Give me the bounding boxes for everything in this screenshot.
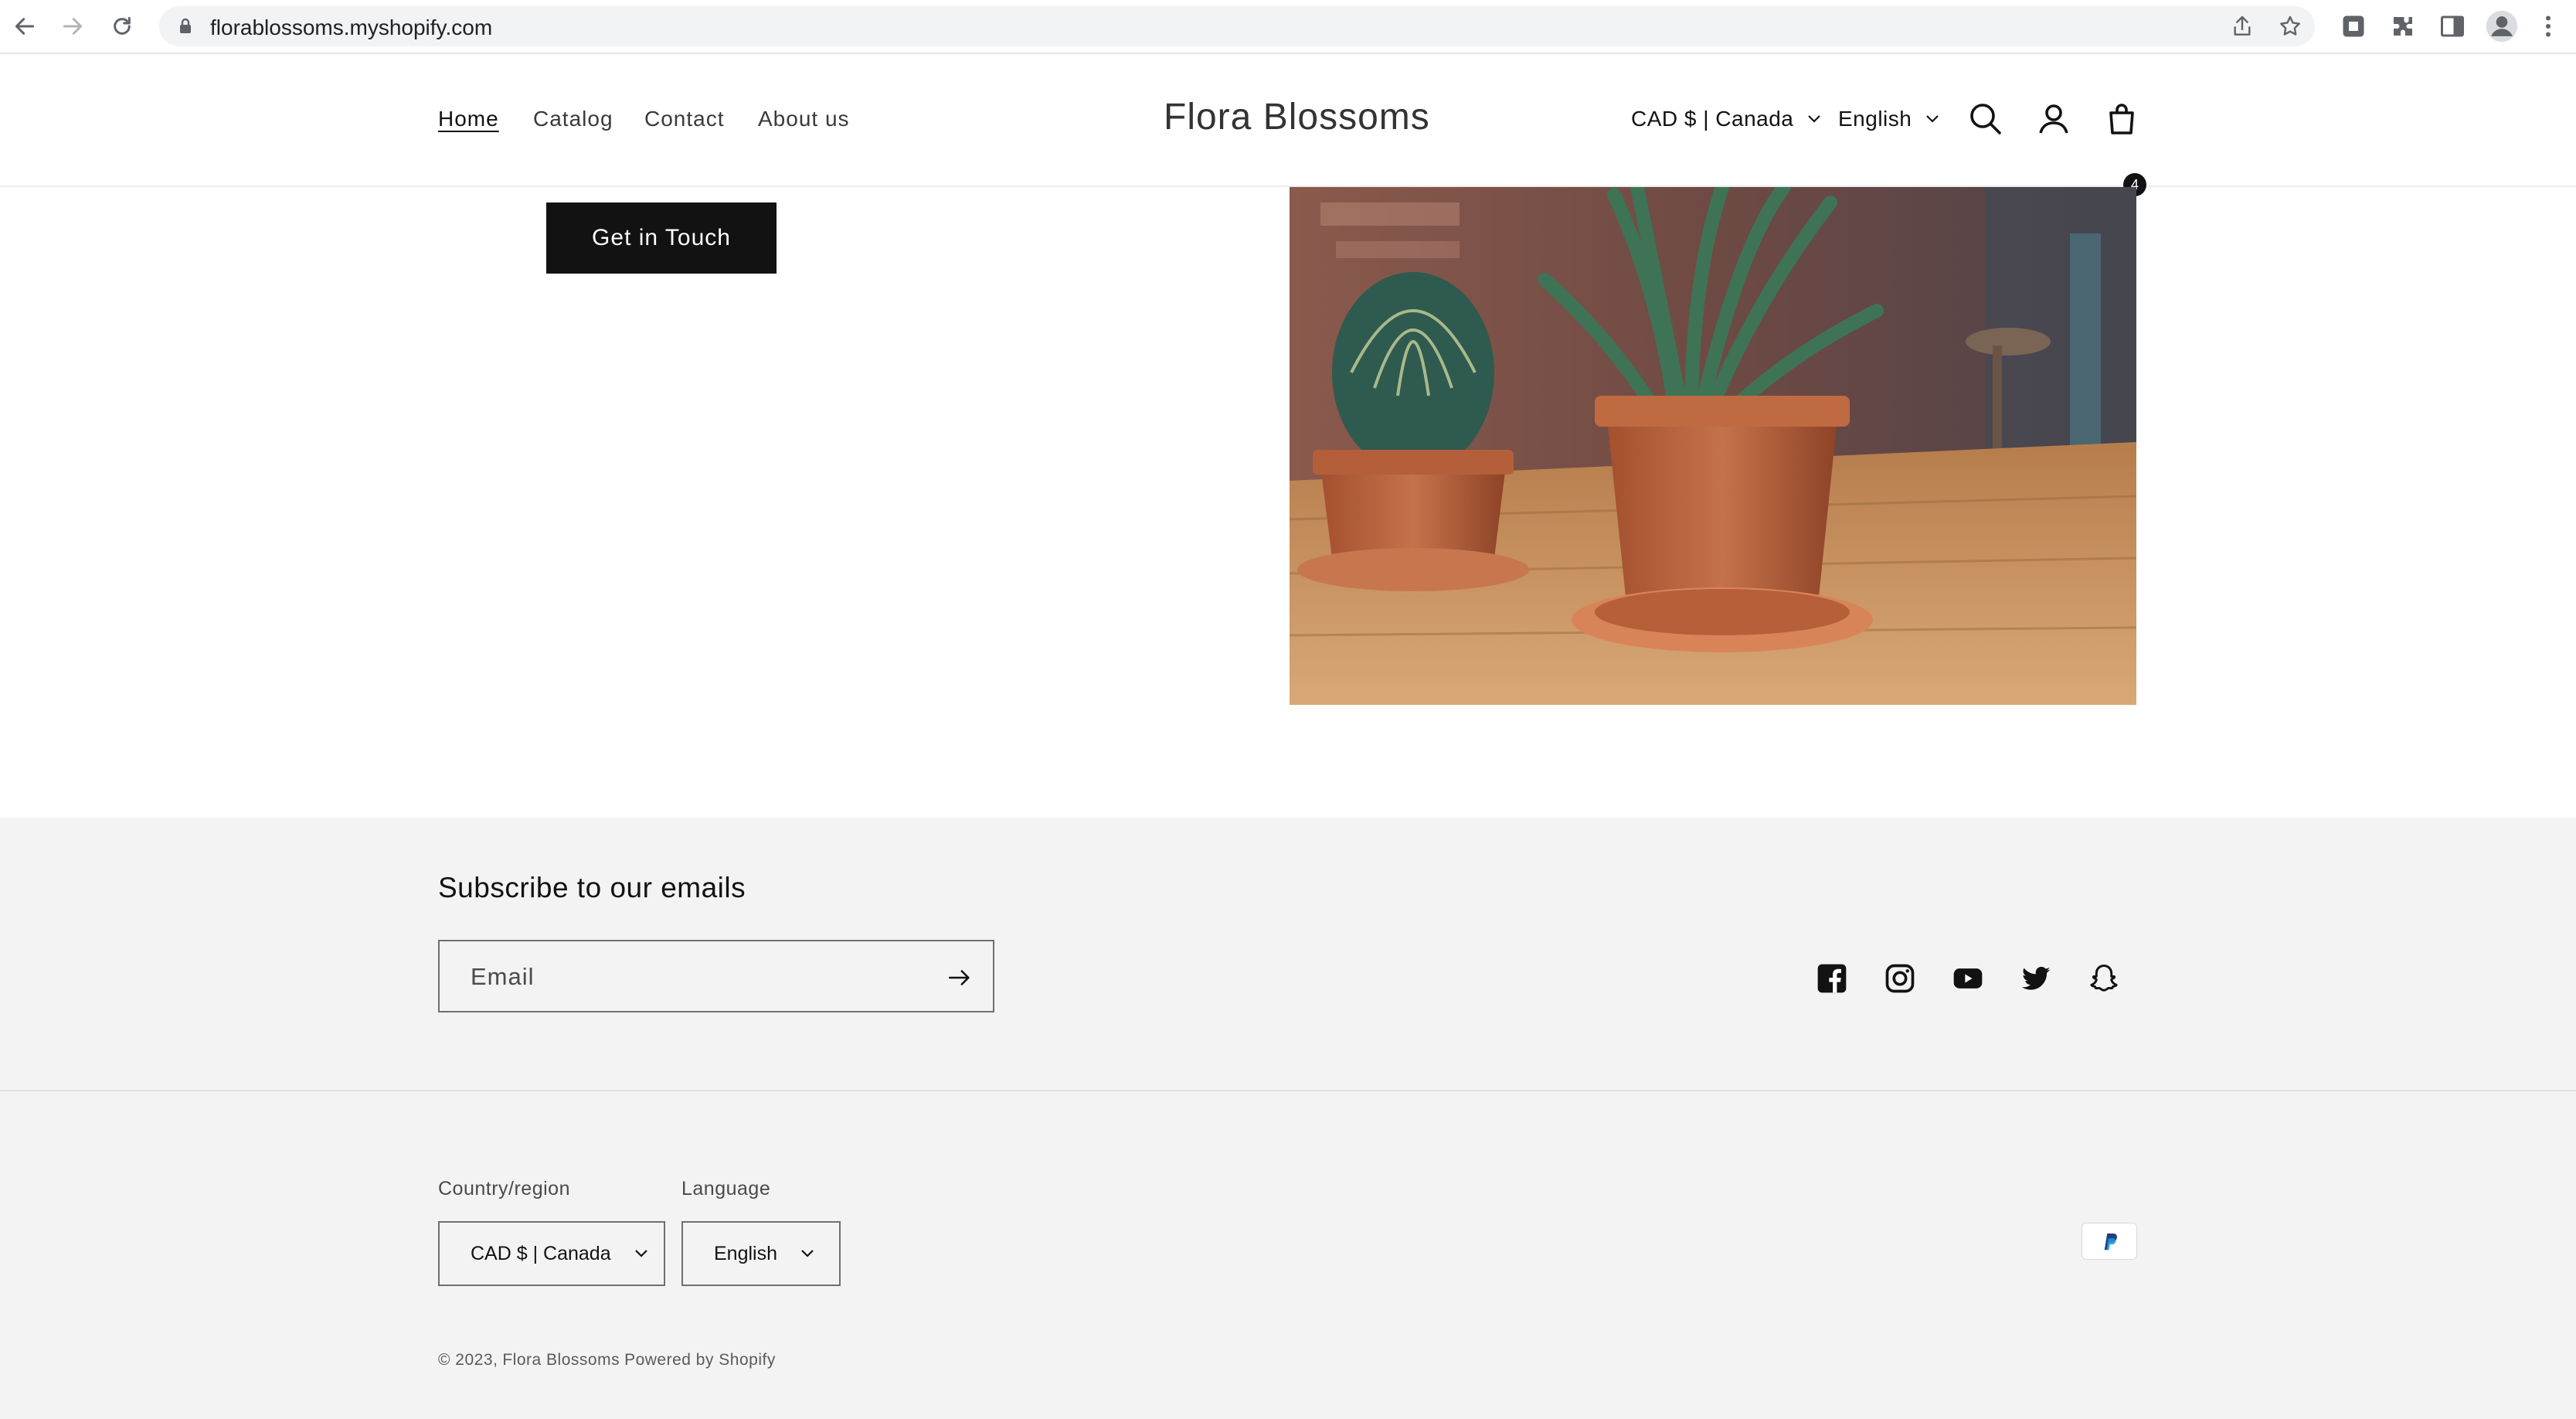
profile-avatar-icon[interactable] [2485, 9, 2519, 43]
share-icon[interactable] [2230, 14, 2255, 39]
language-select[interactable]: English [681, 1221, 841, 1286]
arrow-right-icon[interactable] [946, 965, 973, 991]
language-selector[interactable]: English [1838, 107, 1939, 131]
store-header: Home Catalog Contact About us Flora Blos… [0, 56, 2576, 196]
language-value: English [714, 1242, 777, 1264]
url-text: florablossoms.myshopify.com [210, 15, 493, 39]
twitter-icon[interactable] [2019, 961, 2053, 995]
back-arrow-icon [15, 18, 35, 35]
nav-contact[interactable]: Contact [644, 107, 725, 131]
footer-divider [0, 1090, 2576, 1091]
chevron-down-icon [1808, 115, 1821, 123]
store-logo[interactable]: Flora Blossoms [1164, 96, 1430, 138]
email-field[interactable]: Email [438, 940, 994, 1012]
lock-icon [180, 18, 191, 33]
email-placeholder: Email [471, 963, 535, 990]
search-icon[interactable] [1967, 100, 2004, 138]
extensions-puzzle-icon[interactable] [2389, 12, 2417, 40]
snapchat-icon[interactable] [2087, 961, 2121, 995]
language-label-footer: Language [681, 1178, 771, 1200]
account-icon[interactable] [2035, 100, 2072, 138]
reload-button[interactable] [107, 11, 138, 42]
side-panel-icon[interactable] [2438, 12, 2466, 40]
currency-label: CAD $ | Canada [1631, 107, 1794, 131]
nav-catalog[interactable]: Catalog [533, 107, 613, 131]
language-label: English [1838, 107, 1912, 131]
nav-home[interactable]: Home [438, 107, 499, 131]
newsletter-title: Subscribe to our emails [438, 872, 746, 903]
country-region-select[interactable]: CAD $ | Canada [438, 1221, 665, 1286]
more-menu-icon[interactable] [2534, 12, 2562, 40]
address-bar[interactable]: florablossoms.myshopify.com [159, 6, 2315, 46]
cart-bag-icon[interactable] [2103, 100, 2140, 138]
paypal-payment-icon [2082, 1223, 2137, 1260]
reload-icon [114, 16, 131, 35]
copyright-line: © 2023, Flora Blossoms Powered by Shopify [438, 1351, 780, 1370]
get-in-touch-button[interactable]: Get in Touch [546, 202, 777, 274]
copyright-text: © 2023, [438, 1351, 498, 1369]
country-region-label: Country/region [438, 1178, 570, 1200]
youtube-icon[interactable] [1951, 961, 1985, 995]
site-footer: Subscribe to our emails Email Country/re… [0, 818, 2576, 1419]
extension-app-icon[interactable] [2340, 12, 2367, 40]
bookmark-star-icon[interactable] [2278, 14, 2302, 39]
instagram-icon[interactable] [1883, 961, 1917, 995]
forward-button[interactable] [57, 11, 88, 42]
hero-plant-image [1290, 187, 2136, 705]
potted-plants-photo [1290, 187, 2136, 705]
chevron-down-icon [634, 1250, 647, 1257]
store-name-link[interactable]: Flora Blossoms [502, 1351, 620, 1369]
facebook-icon[interactable] [1815, 961, 1849, 995]
country-region-value: CAD $ | Canada [471, 1242, 611, 1264]
forward-arrow-icon [63, 18, 83, 35]
chevron-down-icon [801, 1250, 814, 1257]
paypal-logo-icon [2104, 1234, 2117, 1251]
chevron-down-icon [1926, 115, 1939, 123]
back-button[interactable] [9, 11, 40, 42]
powered-by-shopify-link[interactable]: Powered by Shopify [624, 1351, 776, 1369]
nav-about-us[interactable]: About us [758, 107, 850, 131]
browser-toolbar: florablossoms.myshopify.com [0, 0, 2576, 54]
currency-selector[interactable]: CAD $ | Canada [1631, 107, 1821, 131]
